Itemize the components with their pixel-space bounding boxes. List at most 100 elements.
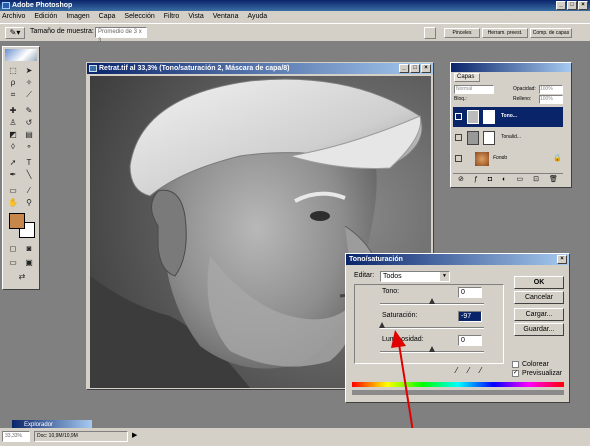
menu-ventana[interactable]: Ventana [213,11,239,23]
toolbox: ⬚ ➤ ρ ✧ ⌗ ⟋ ✚ ✎ ♙ ↺ ◩ ▤ ◊ ⚬ ➚ T ✒ ╲ ▭ ⁄ … [2,46,40,290]
saturation-field[interactable]: -97 [458,311,482,322]
clone-stamp-icon[interactable]: ♙ [6,117,20,128]
eyedropper-preset-button[interactable]: ✎▾ [5,27,25,39]
doc-size-info: Doc: 10,9M/10,9M [34,431,128,442]
dodge-tool-icon[interactable]: ⚬ [22,141,36,152]
quick-mask-icon[interactable]: ◙ [22,243,36,254]
options-bar: ✎▾ Tamaño de muestra: Promedio de 3 x 3 … [0,23,590,44]
magic-wand-icon[interactable]: ✧ [22,77,36,88]
menu-edicion[interactable]: Edición [34,11,57,23]
layer-row-levels[interactable]: Tonalid... [453,128,563,148]
marquee-tool-icon[interactable]: ⬚ [6,65,20,76]
lightness-field[interactable]: 0 [458,335,482,346]
add-mask-icon[interactable]: ◘ [488,174,492,185]
menu-seleccion[interactable]: Selección [124,11,154,23]
lock-icon: 🔒 [553,155,562,162]
tab-brushes[interactable]: Pinceles [444,28,480,38]
gradient-tool-icon[interactable]: ▤ [22,129,36,140]
hue-label: Tono: [382,288,400,295]
fill-label: Relleno: [513,96,532,102]
new-adjustment-icon[interactable]: ◐ [502,174,506,185]
blend-mode-select[interactable]: Normal [454,85,494,94]
visibility-eye-icon[interactable] [455,155,462,162]
tab-tool-presets[interactable]: Herram. preest. [482,28,528,38]
dialog-title-bar: Tono/saturación × [346,254,569,265]
path-selection-icon[interactable]: ➚ [6,157,20,168]
menu-imagen[interactable]: Imagen [66,11,89,23]
cancel-button[interactable]: Cancelar [514,291,564,304]
ok-button[interactable]: OK [514,276,564,289]
blur-tool-icon[interactable]: ◊ [6,141,20,152]
menu-filtro[interactable]: Filtro [164,11,180,23]
menu-capa[interactable]: Capa [99,11,116,23]
menu-archivo[interactable]: Archivo [2,11,25,23]
menu-vista[interactable]: Vista [188,11,203,23]
screen-mode-full-icon[interactable]: ▣ [22,257,36,268]
standard-mode-icon[interactable]: ◻ [6,243,20,254]
notes-tool-icon[interactable]: ▭ [6,185,20,196]
adjustment-thumb-icon [467,110,479,124]
layer-row-hue[interactable]: Tono... [453,107,563,127]
layer-style-icon[interactable]: ƒ [474,174,478,185]
hue-saturation-dialog: Tono/saturación × Editar: Todos ▼ Tono: … [345,253,570,403]
brush-tool-icon[interactable]: ✎ [22,105,36,116]
hue-field[interactable]: 0 [458,287,482,298]
opacity-field[interactable]: 100% [539,85,563,94]
zoom-tool-icon[interactable]: ⚲ [22,197,36,208]
screen-mode-standard-icon[interactable]: ▭ [6,257,20,268]
trash-icon[interactable]: 🗑 [549,174,558,185]
status-menu-arrow-icon[interactable]: ▶ [132,431,137,439]
layers-panel-titlebar [451,63,571,72]
file-browser-icon[interactable] [424,27,436,39]
dialog-close-button[interactable]: × [557,255,567,264]
layers-footer: ⊘ ƒ ◘ ◐ ▭ ⊡ 🗑 [453,173,563,185]
healing-brush-icon[interactable]: ✚ [6,105,20,116]
history-brush-icon[interactable]: ↺ [22,117,36,128]
new-layer-icon[interactable]: ⊡ [533,174,539,185]
app-title: Adobe Photoshop [12,2,73,9]
shape-tool-icon[interactable]: ╲ [22,169,36,180]
hue-slider-knob[interactable] [429,298,435,304]
adobe-logo [5,49,37,61]
edit-select[interactable]: Todos ▼ [380,271,450,282]
opacity-label: Opacidad: [513,86,536,92]
sample-size-select[interactable]: Promedio de 3 x 3 [95,27,147,44]
jump-to-imageready-icon[interactable]: ⇄ [11,271,33,282]
save-button[interactable]: Guardar... [514,323,564,336]
background-thumb [475,152,489,166]
move-tool-icon[interactable]: ➤ [22,65,36,76]
load-button[interactable]: Cargar... [514,308,564,321]
tab-layer-comps[interactable]: Comp. de capas [530,28,572,38]
eyedropper-minus-icon[interactable]: ⁄ [480,366,481,375]
app-title-bar: Adobe Photoshop _ □ × [0,0,590,11]
close-button[interactable]: × [578,1,588,10]
layer-name: Tonalid... [501,134,522,140]
doc-minimize-button[interactable]: _ [399,64,409,73]
crop-tool-icon[interactable]: ⌗ [6,89,20,100]
type-tool-icon[interactable]: T [22,157,36,168]
doc-maximize-button[interactable]: □ [410,64,420,73]
preview-checkbox[interactable]: ✓ [512,370,519,377]
slice-tool-icon[interactable]: ⟋ [22,89,36,100]
link-layers-icon[interactable]: ⊘ [458,174,464,185]
visibility-eye-icon[interactable] [455,134,462,141]
fill-field[interactable]: 100% [539,95,563,104]
colorize-checkbox[interactable] [512,361,519,368]
chevron-down-icon[interactable]: ▼ [440,272,449,281]
eyedropper-tool-icon[interactable]: ⁄ [22,185,36,196]
minimize-button[interactable]: _ [556,1,566,10]
menu-ayuda[interactable]: Ayuda [247,11,267,23]
eyedropper-icon[interactable]: ⁄ [456,366,457,375]
visibility-eye-icon[interactable] [455,113,462,120]
eyedropper-plus-icon[interactable]: ⁄ [468,366,469,375]
maximize-button[interactable]: □ [567,1,577,10]
zoom-field[interactable]: 33,33% [2,431,30,442]
eraser-tool-icon[interactable]: ◩ [6,129,20,140]
hand-tool-icon[interactable]: ✋ [6,197,20,208]
lasso-tool-icon[interactable]: ρ [6,77,20,88]
doc-close-button[interactable]: × [421,64,431,73]
new-group-icon[interactable]: ▭ [516,174,523,185]
pen-tool-icon[interactable]: ✒ [6,169,20,180]
tab-layers[interactable]: Capas [454,73,480,82]
layer-row-background[interactable]: Fondo 🔒 [453,149,563,169]
